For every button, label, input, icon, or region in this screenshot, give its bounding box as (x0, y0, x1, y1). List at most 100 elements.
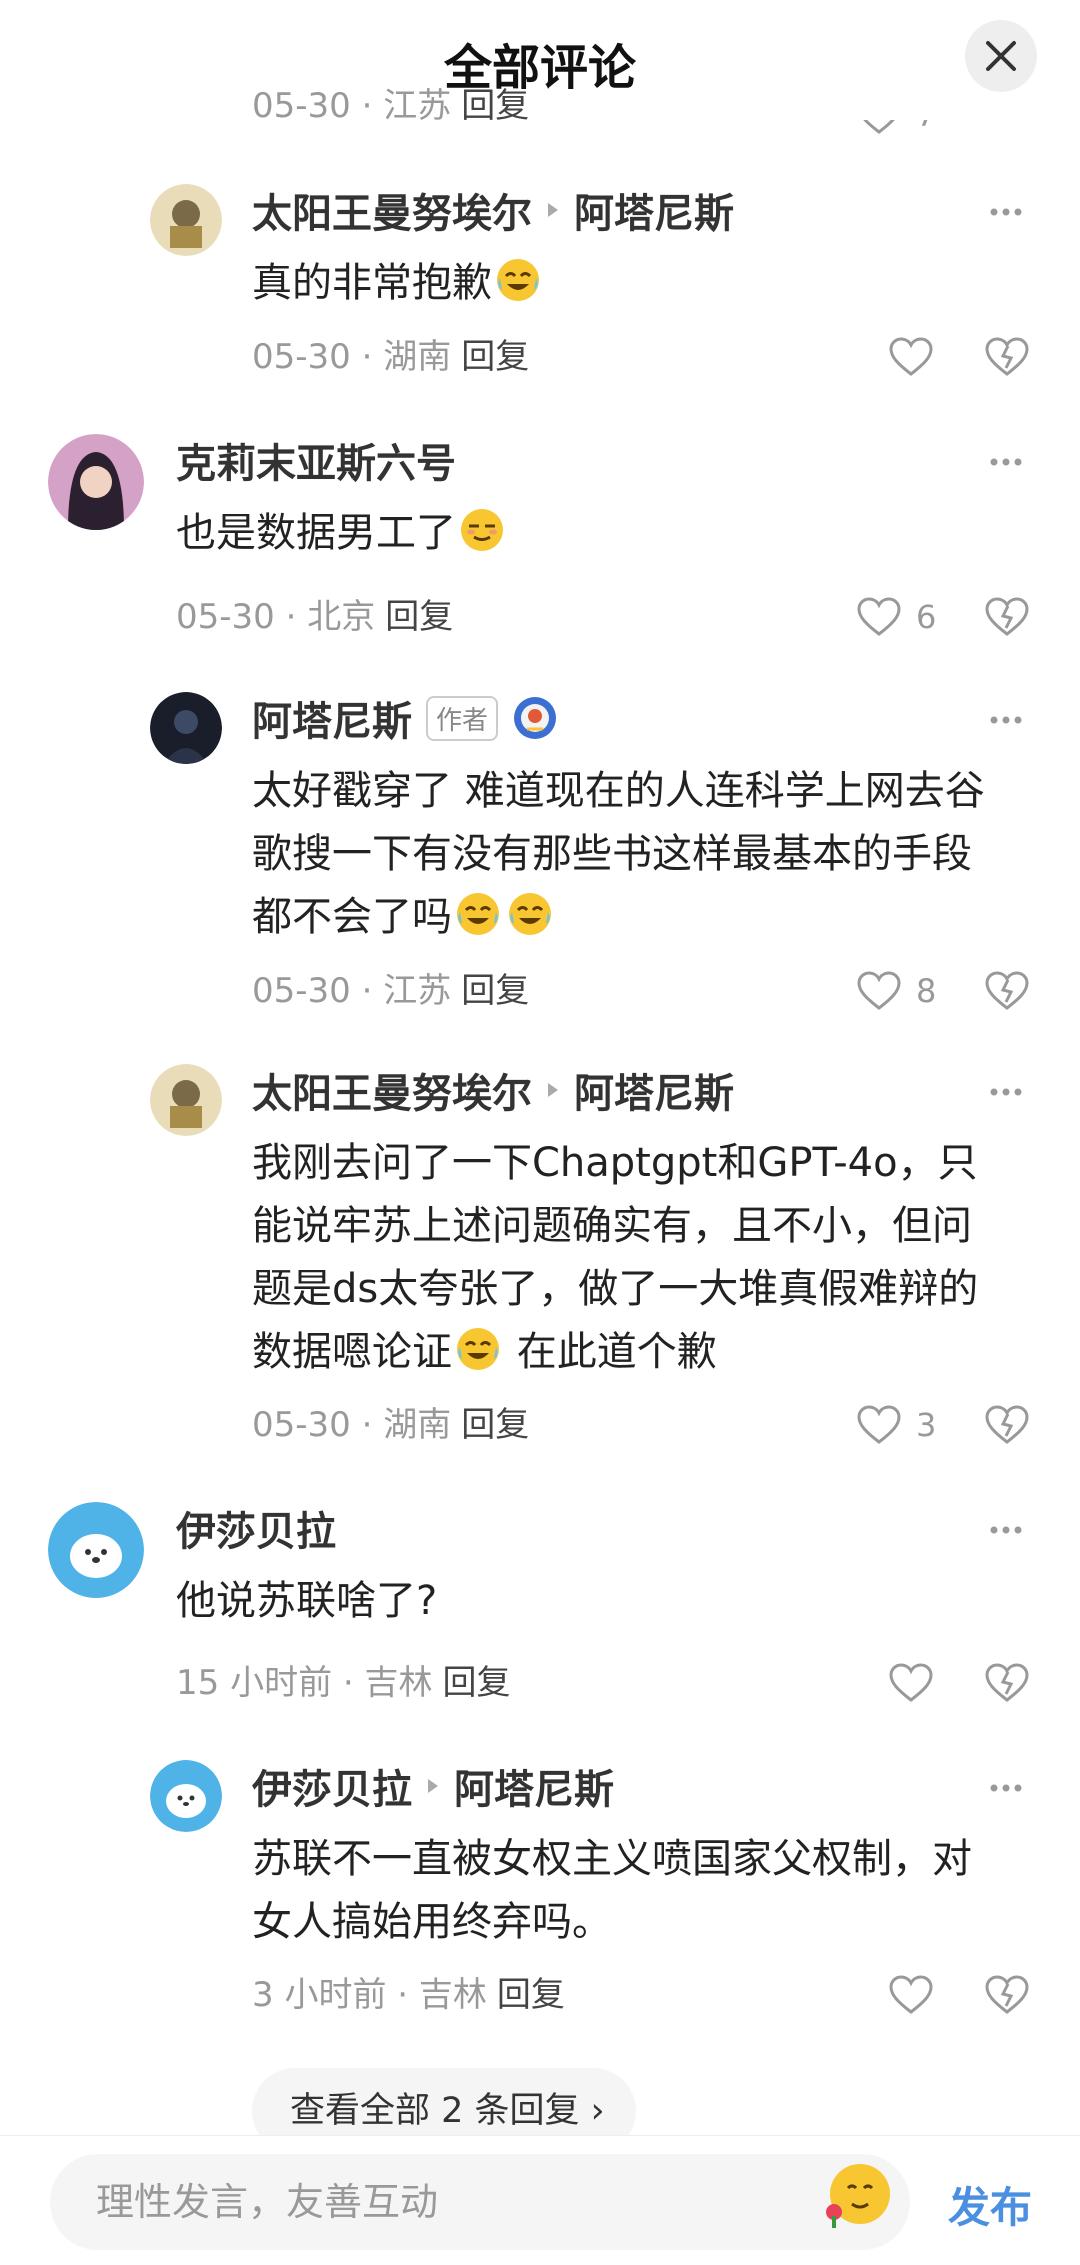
comment-text-line: 歌搜一下有没有那些书这样最基本的手段 (252, 831, 972, 877)
like-count: 8 (916, 972, 937, 1010)
comment-text-line: 女人搞始用终弃吗。 (252, 1899, 612, 1945)
comment-meta-text: 05-30 · 江苏 (252, 86, 452, 126)
avatar[interactable] (48, 1502, 144, 1598)
comment-text-line: 苏联不一直被女权主义喷国家父权制，对 (252, 1836, 972, 1882)
comment-author-row: 克莉末亚斯六号 (176, 430, 456, 490)
comment-meta: 15 小时前 · 吉林 回复 (176, 1658, 511, 1708)
author-badge: 作者 (426, 695, 499, 741)
comment-meta: 05-30 · 江苏 回复 (252, 966, 529, 1016)
close-button[interactable] (965, 20, 1037, 92)
reply-link[interactable]: 回复 (385, 597, 453, 637)
comment-input-bar: 理性发言，友善互动 发布 (0, 2135, 1080, 2265)
like-button[interactable] (888, 1970, 934, 2020)
comment-author[interactable]: 伊莎贝拉 (176, 1499, 336, 1557)
comment-text-content: 数据嗯论证 (252, 1329, 452, 1375)
comment-author[interactable]: 伊莎贝拉 (252, 1757, 412, 1815)
comment-author[interactable]: 太阳王曼努埃尔 (252, 181, 532, 239)
reply-target[interactable]: 阿塔尼斯 (454, 1757, 614, 1815)
comment-meta-text: 05-30 · 江苏 (252, 971, 452, 1011)
more-options-icon[interactable] (988, 456, 1024, 468)
reply-target[interactable]: 阿塔尼斯 (574, 181, 734, 239)
reply-arrow-icon (548, 1083, 558, 1097)
comment-author-row: 太阳王曼努埃尔 阿塔尼斯 (252, 180, 734, 240)
comment-author[interactable]: 克莉末亚斯六号 (176, 431, 456, 489)
comment-meta-text: 05-30 · 湖南 (252, 1405, 452, 1445)
medal-badge-icon (514, 697, 557, 739)
more-options-icon[interactable] (988, 1524, 1024, 1536)
comment-text-line: 都不会了吗 (252, 886, 985, 949)
comment-text-line: 太好戳穿了 难道现在的人连科学上网去谷 (252, 768, 985, 814)
comment-meta: 05-30 · 湖南 回复 (252, 1400, 529, 1450)
dislike-icon[interactable] (984, 594, 1030, 640)
dislike-icon[interactable] (984, 334, 1030, 380)
heart-icon (889, 337, 933, 376)
comment-meta: 3 小时前 · 吉林 回复 (252, 1970, 565, 2020)
avatar[interactable] (150, 1064, 222, 1136)
reply-arrow-icon (548, 203, 558, 217)
like-button[interactable] (888, 1658, 934, 1708)
laugh-cry-emoji-icon (457, 893, 499, 935)
like-count: 3 (916, 1406, 937, 1444)
reply-link[interactable]: 回复 (461, 337, 529, 377)
comment-text: 他说苏联啥了? (176, 1578, 438, 1624)
like-button[interactable]: 6 (856, 592, 936, 642)
smirk-emoji-icon (461, 509, 503, 551)
avatar[interactable] (150, 184, 222, 256)
dislike-icon[interactable] (984, 1972, 1030, 2018)
comment-author[interactable]: 阿塔尼斯 (252, 689, 412, 747)
reply-link[interactable]: 回复 (443, 1663, 511, 1703)
reply-link[interactable]: 回复 (461, 1405, 529, 1445)
reply-target[interactable]: 阿塔尼斯 (574, 1061, 734, 1119)
like-button[interactable]: 3 (856, 1400, 936, 1450)
heart-icon (857, 1405, 901, 1444)
laugh-cry-emoji-icon (509, 893, 551, 935)
avatar[interactable] (48, 434, 144, 530)
like-button[interactable]: 8 (856, 966, 936, 1016)
dislike-icon[interactable] (984, 1660, 1030, 1706)
dislike-icon[interactable] (984, 1402, 1030, 1448)
header: 全部评论 05-30 · 江苏 回复 (0, 0, 1080, 126)
comment-author-row: 伊莎贝拉 阿塔尼斯 (252, 1756, 614, 1816)
comment-text-content: 也是数据男工了 (176, 510, 456, 556)
emoji-picker-icon[interactable] (820, 2158, 894, 2232)
comment-text-line: 我刚去问了一下Chaptgpt和GPT-4o，只 (252, 1140, 978, 1186)
comment-meta: 05-30 · 北京 回复 (176, 592, 453, 642)
comment-text-line: 数据嗯论证 在此道个歉 (252, 1321, 978, 1384)
comment-meta-text: 3 小时前 · 吉林 (252, 1975, 487, 2015)
comment-meta-text: 05-30 · 湖南 (252, 337, 452, 377)
more-options-icon[interactable] (988, 1086, 1024, 1098)
comment-text-content: 都不会了吗 (252, 894, 452, 940)
reply-arrow-icon (428, 1779, 438, 1793)
comment-text-line: 能说牢苏上述问题确实有，且不小，但问 (252, 1203, 972, 1249)
dislike-icon[interactable] (984, 968, 1030, 1014)
avatar[interactable] (150, 1760, 222, 1832)
comment-input[interactable]: 理性发言，友善互动 (50, 2154, 910, 2250)
laugh-cry-emoji-icon (457, 1328, 499, 1370)
avatar[interactable] (150, 692, 222, 764)
comment-author-row: 太阳王曼努埃尔 阿塔尼斯 (252, 1060, 734, 1120)
reply-link[interactable]: 回复 (461, 971, 529, 1011)
comment-text: 真的非常抱歉 (252, 252, 544, 315)
heart-icon (857, 971, 901, 1010)
page-title: 全部评论 (443, 40, 636, 96)
like-button[interactable] (888, 332, 934, 382)
comment-text-line: 题是ds太夸张了，做了一大堆真假难辩的 (252, 1266, 979, 1312)
publish-button[interactable]: 发布 (948, 2174, 1032, 2235)
more-options-icon[interactable] (988, 714, 1024, 726)
heart-icon (889, 1975, 933, 2014)
close-icon (986, 41, 1016, 71)
comment-meta: 05-30 · 湖南 回复 (252, 332, 529, 382)
comment-text-content: 在此道个歉 (504, 1329, 717, 1375)
comment-text-content: 真的非常抱歉 (252, 260, 492, 306)
comment-text: 也是数据男工了 (176, 502, 508, 565)
comment-text: 我刚去问了一下Chaptgpt和GPT-4o，只 能说牢苏上述问题确实有，且不小… (252, 1132, 978, 1384)
comment-author-row: 阿塔尼斯 作者 (252, 688, 558, 748)
more-options-icon[interactable] (988, 1782, 1024, 1794)
comment-author[interactable]: 太阳王曼努埃尔 (252, 1061, 532, 1119)
partial-comment-meta: 05-30 · 江苏 回复 (252, 86, 529, 126)
reply-link[interactable]: 回复 (461, 86, 529, 126)
comment-text: 太好戳穿了 难道现在的人连科学上网去谷 歌搜一下有没有那些书这样最基本的手段 都… (252, 760, 985, 949)
reply-link[interactable]: 回复 (497, 1975, 565, 2015)
laugh-cry-emoji-icon (497, 259, 539, 301)
more-options-icon[interactable] (988, 206, 1024, 218)
